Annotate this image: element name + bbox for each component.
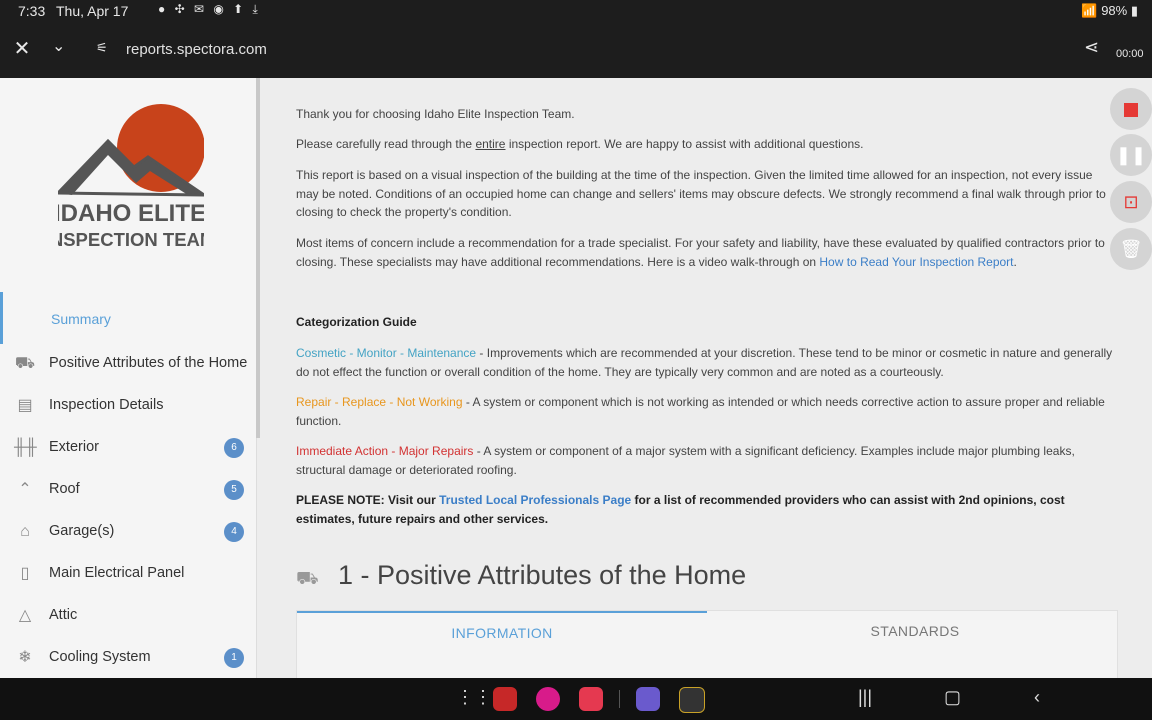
tab-information[interactable]: INFORMATION — [297, 611, 707, 653]
guide-cosmetic: Cosmetic - Monitor - Maintenance - Impro… — [296, 344, 1116, 381]
intro-read-underline: entire — [475, 137, 506, 151]
recording-timer: 00:00 — [1116, 48, 1144, 60]
garage-icon: ⌂ — [20, 523, 30, 540]
logo-line2: INSPECTION TEAM — [58, 229, 204, 250]
note-pre: PLEASE NOTE: Visit our — [296, 493, 440, 507]
logo-sun — [117, 104, 204, 192]
sidebar-item-main-electrical-panel[interactable]: ▯ Main Electrical Panel — [0, 554, 256, 594]
count-badge: 5 — [224, 480, 244, 500]
close-icon[interactable]: ✕ — [12, 36, 32, 61]
sidebar-item-garages[interactable]: ⌂ Garage(s) 4 — [0, 512, 256, 552]
trusted-professionals-link[interactable]: Trusted Local Professionals Page — [439, 493, 631, 507]
app-icon-2[interactable] — [536, 687, 560, 711]
section-tabs: INFORMATION STANDARDS — [296, 610, 1118, 678]
battery-indicator: 📶 98% ▮ — [1081, 3, 1138, 18]
sidebar-item-label: Inspection Details — [49, 397, 164, 413]
sidebar-item-attic[interactable]: △ Attic — [0, 596, 256, 636]
site-settings-icon[interactable]: ⚟ — [96, 40, 108, 56]
how-to-read-link[interactable]: How to Read Your Inspection Report — [819, 255, 1013, 269]
house-icon: ⛟ — [14, 355, 36, 372]
intro-read: Please carefully read through the entire… — [296, 135, 1116, 154]
sidebar-item-roof[interactable]: ⌃ Roof 5 — [0, 470, 256, 510]
pause-icon: ❚❚ — [1115, 145, 1147, 165]
app-icon-1[interactable] — [493, 687, 517, 711]
tab-standards[interactable]: STANDARDS — [713, 611, 1117, 651]
count-badge: 4 — [224, 522, 244, 542]
sidebar-item-label: Attic — [49, 607, 78, 623]
snowflake-icon: ❄ — [18, 649, 32, 666]
home-icon[interactable]: ▢ — [944, 687, 961, 708]
attic-icon: △ — [18, 607, 32, 624]
app-icon-3[interactable] — [579, 687, 603, 711]
sidebar-item-label: Summary — [51, 311, 111, 327]
record-stop-button[interactable] — [1110, 88, 1152, 130]
sidebar-item-label: Garage(s) — [49, 523, 115, 539]
sidebar-item-exterior[interactable]: ╫╫ Exterior 6 — [0, 428, 256, 468]
sidebar-item-inspection-details[interactable]: ▤ Inspection Details — [0, 386, 256, 426]
trash-icon: 🗑 — [1119, 239, 1143, 259]
guide-note: PLEASE NOTE: Visit our Trusted Local Pro… — [296, 491, 1116, 528]
sidebar-item-label: Exterior — [49, 439, 99, 455]
intro-read-post: inspection report. We are happy to assis… — [505, 137, 864, 151]
url-text[interactable]: reports.spectora.com — [126, 41, 267, 58]
intro-read-pre: Please carefully read through the — [296, 137, 476, 151]
sidebar-item-label: Roof — [49, 481, 80, 497]
roof-icon: ⌃ — [18, 481, 32, 498]
report-content: Thank you for choosing Idaho Elite Inspe… — [260, 78, 1120, 678]
pause-button[interactable]: ❚❚ — [1110, 134, 1152, 176]
recents-icon[interactable]: ||| — [858, 687, 872, 708]
section-title: 1 - Positive Attributes of the Home — [338, 560, 747, 590]
intro-visual: This report is based on a visual inspect… — [296, 168, 1106, 219]
stop-icon — [1124, 103, 1138, 118]
chevron-down-icon[interactable]: ⌄ — [52, 36, 65, 56]
date: Thu, Apr 17 — [56, 3, 129, 19]
app-icon-4[interactable] — [636, 687, 660, 711]
clock: 7:33 — [18, 3, 46, 19]
sidebar: IDAHO ELITE INSPECTION TEAM Summary ⛟ Po… — [0, 78, 257, 678]
sidebar-item-summary[interactable]: Summary — [0, 288, 256, 348]
guide-immediate: Immediate Action - Major Repairs - A sys… — [296, 442, 1116, 479]
fence-icon: ╫╫ — [14, 439, 37, 456]
panel-icon: ▯ — [20, 565, 30, 582]
status-bar: 7:33 Thu, Apr 17 ● ✣ ✉ ◉ ⬆ ⤓ 📶 98% ▮ — [0, 0, 1152, 22]
active-indicator — [0, 292, 3, 344]
repair-label: Repair - Replace - Not Working — [296, 395, 463, 409]
sidebar-item-label: Main Electrical Panel — [49, 565, 185, 581]
immediate-label: Immediate Action - Major Repairs — [296, 444, 474, 458]
screenshot-button[interactable]: ⊡ — [1110, 181, 1152, 223]
sidebar-item-cooling-system[interactable]: ❄ Cooling System 1 — [0, 638, 256, 678]
back-icon[interactable]: ‹ — [1034, 687, 1040, 708]
count-badge: 6 — [224, 438, 244, 458]
delete-button[interactable]: 🗑 — [1110, 228, 1152, 270]
sidebar-item-positive-attributes[interactable]: ⛟ Positive Attributes of the Home — [0, 344, 256, 384]
sidebar-item-label: Cooling System — [49, 649, 151, 665]
notification-icons: ● ✣ ✉ ◉ ⬆ ⤓ — [158, 2, 261, 16]
logo-line1: IDAHO ELITE — [58, 200, 204, 227]
intro-concern-end: . — [1013, 254, 1017, 269]
house-icon: ⛟ — [296, 568, 319, 588]
browser-toolbar: ✕ ⌄ ⚟ reports.spectora.com ⋖ 00:00 — [0, 22, 1152, 78]
system-nav-bar: ⋮⋮⋮ ||| ▢ ‹ — [0, 678, 1152, 720]
categorization-guide-title: Categorization Guide — [296, 315, 417, 329]
clipboard-icon: ▤ — [17, 397, 33, 414]
sidebar-item-label: Positive Attributes of the Home — [49, 355, 248, 371]
cosmetic-label: Cosmetic - Monitor - Maintenance — [296, 346, 477, 360]
intro-thanks: Thank you for choosing Idaho Elite Inspe… — [296, 107, 575, 121]
dock-divider — [619, 690, 620, 708]
app-icon-5[interactable] — [679, 687, 705, 713]
company-logo: IDAHO ELITE INSPECTION TEAM — [58, 104, 204, 250]
share-icon[interactable]: ⋖ — [1084, 37, 1099, 58]
guide-repair: Repair - Replace - Not Working - A syste… — [296, 393, 1116, 430]
screenshot-icon: ⊡ — [1123, 192, 1139, 212]
intro-concern: Most items of concern include a recommen… — [296, 234, 1116, 271]
count-badge: 1 — [224, 648, 244, 668]
